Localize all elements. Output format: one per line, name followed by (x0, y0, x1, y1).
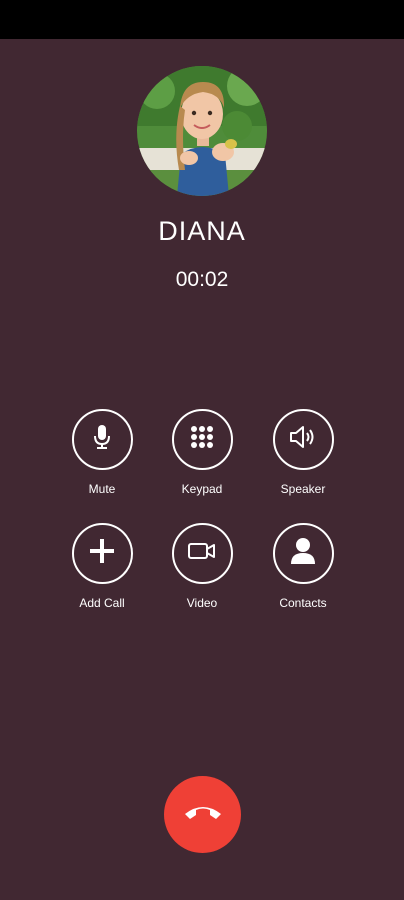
microphone-icon (91, 424, 113, 455)
add-call-button[interactable]: Add Call (52, 523, 152, 611)
add-call-circle[interactable] (71, 523, 133, 584)
speaker-button[interactable]: Speaker (253, 409, 353, 497)
plus-icon (89, 538, 115, 569)
video-button[interactable]: Video (152, 523, 252, 611)
keypad-circle[interactable] (171, 409, 233, 470)
person-icon (290, 537, 316, 570)
phone-hangup-icon (183, 802, 223, 827)
contacts-circle[interactable] (272, 523, 334, 584)
mute-circle[interactable] (71, 409, 133, 470)
caller-avatar (137, 66, 267, 196)
video-circle[interactable] (171, 523, 233, 584)
contacts-button[interactable]: Contacts (253, 523, 353, 611)
video-camera-icon (187, 541, 217, 566)
mute-button[interactable]: Mute (52, 409, 152, 497)
keypad-label: Keypad (181, 482, 223, 496)
keypad-icon (190, 425, 214, 454)
caller-name: DIANA (158, 216, 246, 246)
speaker-circle[interactable] (272, 409, 334, 470)
mute-label: Mute (88, 482, 116, 496)
video-label: Video (186, 596, 218, 610)
call-timer: 00:02 (175, 268, 229, 291)
contacts-label: Contacts (279, 596, 327, 610)
status-bar (0, 0, 404, 39)
speaker-icon (289, 425, 317, 454)
add-call-label: Add Call (79, 596, 125, 610)
speaker-label: Speaker (280, 482, 326, 496)
end-call-button[interactable] (164, 776, 241, 853)
keypad-button[interactable]: Keypad (152, 409, 252, 497)
